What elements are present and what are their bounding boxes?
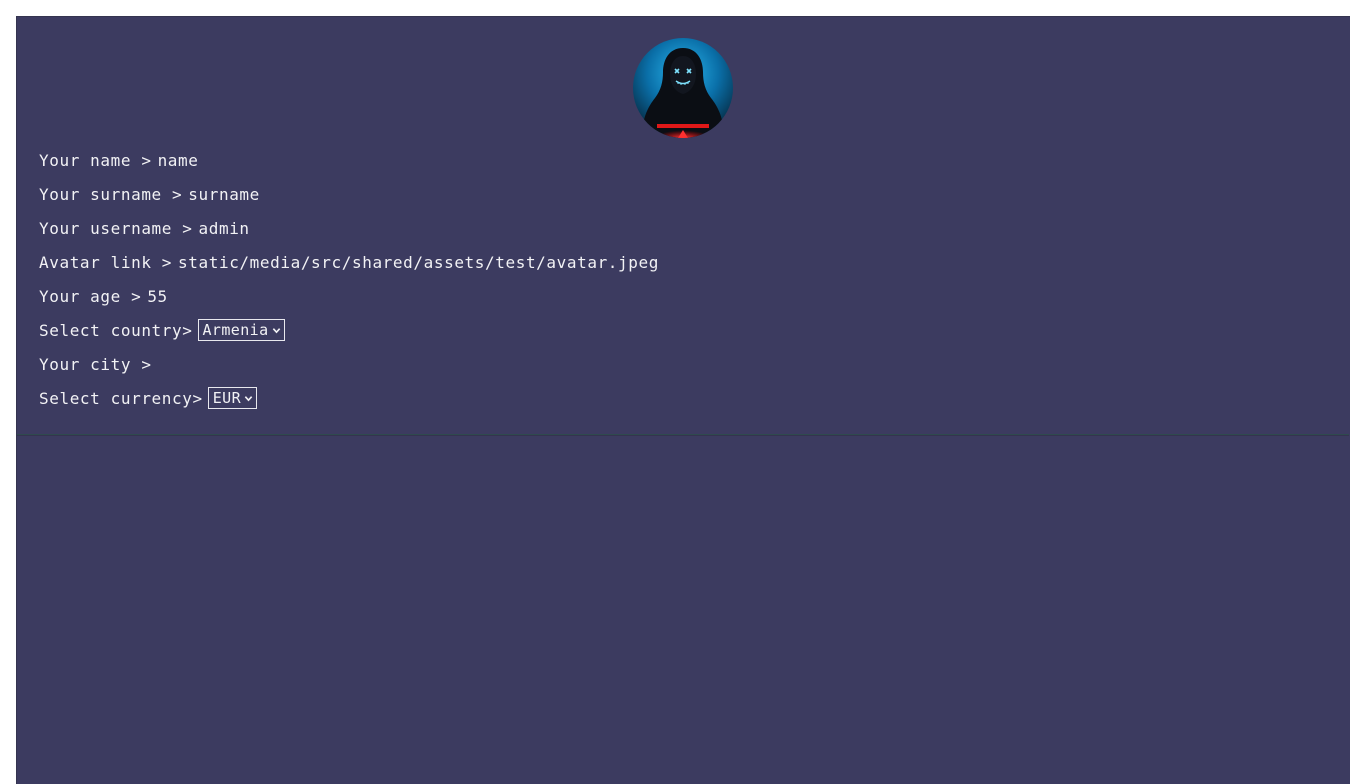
chevron-down-icon	[272, 327, 280, 333]
username-label: Your username >	[39, 218, 193, 238]
age-value: 55	[147, 286, 168, 306]
surname-value: surname	[188, 184, 260, 204]
avatar-link-label: Avatar link >	[39, 252, 173, 272]
city-row: Your city >	[39, 347, 659, 381]
profile-page: Your name > name Your surname > surname …	[16, 16, 1350, 784]
age-label: Your age >	[39, 286, 142, 306]
currency-select-value: EUR	[212, 389, 242, 407]
avatar-link-row: Avatar link > static/media/src/shared/as…	[39, 245, 659, 279]
username-row: Your username > admin	[39, 211, 659, 245]
hooded-hacker-avatar-icon	[633, 38, 733, 138]
country-select[interactable]: Armenia	[197, 319, 285, 341]
currency-row: Select currency> EUR	[39, 381, 659, 415]
currency-select[interactable]: EUR	[207, 387, 258, 409]
name-row: Your name > name	[39, 143, 659, 177]
name-value: name	[157, 150, 199, 170]
profile-card: Your name > name Your surname > surname …	[17, 17, 1349, 435]
name-label: Your name >	[39, 150, 152, 170]
age-row: Your age > 55	[39, 279, 659, 313]
country-label: Select country>	[39, 320, 193, 340]
avatar	[633, 38, 733, 138]
chevron-down-icon	[244, 395, 253, 401]
city-label: Your city >	[39, 354, 152, 374]
surname-label: Your surname >	[39, 184, 183, 204]
username-value: admin	[198, 218, 250, 238]
surname-row: Your surname > surname	[39, 177, 659, 211]
currency-label: Select currency>	[39, 388, 203, 408]
country-select-value: Armenia	[202, 321, 269, 339]
avatar-link-value: static/media/src/shared/assets/test/avat…	[178, 252, 659, 272]
country-row: Select country> Armenia	[39, 313, 659, 347]
